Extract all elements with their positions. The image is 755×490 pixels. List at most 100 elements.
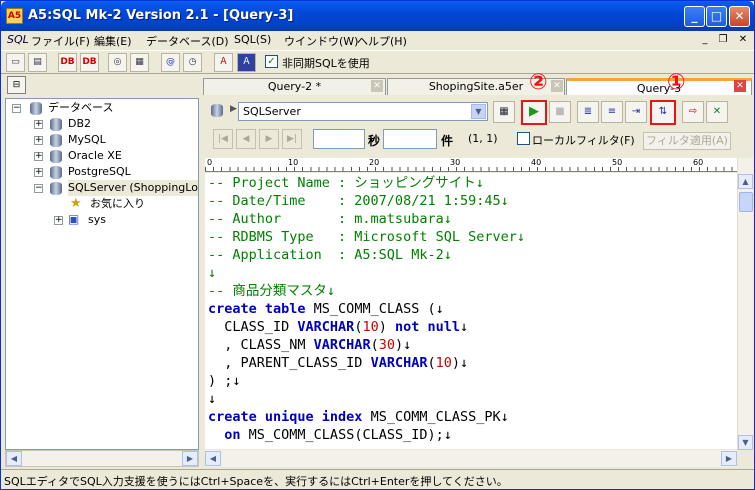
expander-root[interactable]: −: [12, 104, 21, 113]
minimize-button[interactable]: _: [684, 6, 705, 27]
mdi-close-button[interactable]: ✕: [736, 33, 750, 47]
local-filter-checkbox[interactable]: [517, 132, 530, 145]
tree-horizontal-scrollbar[interactable]: ◀ ▶: [5, 450, 199, 467]
scroll-thumb[interactable]: [739, 192, 753, 212]
code-line: -- Author : m.matsubara↓: [208, 211, 452, 227]
scroll-left-icon[interactable]: ◀: [6, 451, 22, 466]
tab-query-2[interactable]: Query-2 *: [203, 78, 386, 96]
db-connect-icon[interactable]: DB: [58, 53, 77, 72]
ruler: 0 10 20 30 40 50 60: [205, 158, 737, 172]
tree-item-postgresql[interactable]: PostgreSQL: [68, 164, 131, 180]
explain-icon[interactable]: ▦: [493, 101, 515, 123]
next-icon[interactable]: ▶: [259, 129, 279, 149]
first-icon[interactable]: |◀: [213, 129, 233, 149]
database-icon: [50, 134, 62, 147]
tree-item-mysql[interactable]: MySQL: [68, 132, 106, 148]
ruler-mark: 40: [531, 158, 542, 167]
menu-sql[interactable]: SQL(S): [234, 33, 271, 46]
async-sql-label: 非同期SQLを使用: [282, 57, 370, 70]
menu-edit[interactable]: 編集(E): [94, 33, 132, 49]
new-icon[interactable]: ▭: [6, 53, 25, 72]
sql-list-button[interactable]: ⇅: [650, 100, 676, 125]
scroll-up-icon[interactable]: ▲: [738, 174, 753, 189]
connection-value: SQLServer: [243, 105, 301, 118]
code-line: create unique index MS_COMM_CLASS_PK↓: [208, 409, 509, 425]
expander-oracle[interactable]: +: [34, 152, 43, 161]
tree-item-favorites[interactable]: お気に入り: [90, 196, 145, 212]
tab-close-icon[interactable]: ✕: [734, 80, 746, 92]
editor-vertical-scrollbar[interactable]: ▲ ▼: [737, 158, 753, 450]
comment-icon[interactable]: ≡: [601, 101, 623, 123]
code-line: -- Date/Time : 2007/08/21 1:59:45↓: [208, 193, 509, 209]
expander-db2[interactable]: +: [34, 120, 43, 129]
clock-icon[interactable]: ◷: [183, 53, 202, 72]
expander-sys[interactable]: +: [54, 216, 63, 225]
tree-item-db2[interactable]: DB2: [68, 116, 91, 132]
font-icon[interactable]: Ａ: [237, 53, 256, 72]
connection-select[interactable]: SQLServer ▼: [238, 102, 488, 121]
async-sql-checkbox[interactable]: ✓: [265, 55, 278, 68]
indent-icon[interactable]: ⇥: [625, 101, 647, 123]
connection-icon: [211, 103, 227, 119]
filter-apply-button[interactable]: フィルタ適用(A): [643, 132, 731, 150]
scroll-down-icon[interactable]: ▼: [738, 435, 753, 450]
a5-logo-icon[interactable]: Ａ: [214, 53, 233, 72]
close-button[interactable]: ✕: [729, 6, 750, 27]
title-bar[interactable]: A5 A5:SQL Mk-2 Version 2.1 - [Query-3] _…: [1, 1, 754, 31]
format-sql-icon[interactable]: ≣: [577, 101, 599, 123]
menu-database[interactable]: データベース(D): [146, 33, 229, 49]
database-icon: [50, 166, 62, 179]
export-icon[interactable]: ⇨: [682, 101, 704, 123]
tree-item-sqlserver[interactable]: SQLServer (ShoppingLo: [68, 180, 198, 196]
last-icon[interactable]: ▶|: [282, 129, 302, 149]
expander-sqlserver[interactable]: −: [34, 184, 43, 193]
open-icon[interactable]: ▤: [28, 53, 47, 72]
stop-icon[interactable]: ■: [549, 101, 571, 123]
ruler-mark: 30: [450, 158, 461, 167]
excel-icon[interactable]: ✕: [706, 101, 728, 123]
menu-help[interactable]: ヘルプ(H): [357, 33, 407, 49]
run-button[interactable]: ▶: [521, 100, 547, 125]
seconds-label: 秒: [368, 134, 381, 148]
scroll-left-icon[interactable]: ◀: [205, 451, 221, 466]
menu-window[interactable]: ウインドウ(W): [284, 33, 358, 49]
tree-toolbar: ⊟: [1, 74, 201, 96]
ruler-mark: 50: [612, 158, 623, 167]
status-text: SQLエディタでSQL入力支援を使うにはCtrl+Spaceを、実行するにはCt…: [4, 475, 508, 488]
prev-icon[interactable]: ◀: [236, 129, 256, 149]
code-line: ) ;↓: [208, 373, 241, 389]
count-input[interactable]: [383, 129, 437, 149]
database-icon[interactable]: ◎: [108, 53, 127, 72]
expander-mysql[interactable]: +: [34, 136, 43, 145]
tree-item-oracle-xe[interactable]: Oracle XE: [68, 148, 122, 164]
menu-sql-logo[interactable]: SQL: [7, 33, 29, 46]
chevron-down-icon[interactable]: ▼: [471, 104, 486, 119]
code-line: CLASS_ID VARCHAR(10) not null↓: [208, 319, 469, 335]
database-tree[interactable]: − データベース + DB2 + MySQL + Oracle XE + Pos…: [5, 98, 199, 450]
code-line: , PARENT_CLASS_ID VARCHAR(10)↓: [208, 355, 469, 371]
main-toolbar: ▭ ▤ DB DB ◎ ▦ @ ◷ Ａ Ａ ✓ 非同期SQLを使用: [1, 50, 754, 74]
scroll-right-icon[interactable]: ▶: [721, 451, 737, 466]
menu-file[interactable]: ファイル(F): [31, 33, 90, 49]
expander-postgresql[interactable]: +: [34, 168, 43, 177]
database-icon: [50, 182, 62, 195]
scroll-right-icon[interactable]: ▶: [182, 451, 198, 466]
seconds-input[interactable]: [313, 129, 365, 149]
tab-close-icon[interactable]: ✕: [551, 80, 563, 92]
tree-root[interactable]: データベース: [48, 100, 113, 116]
settings-icon[interactable]: ▦: [130, 53, 149, 72]
editor-horizontal-scrollbar[interactable]: ◀ ▶: [205, 450, 737, 467]
mail-at-icon[interactable]: @: [161, 53, 180, 72]
annotation-1: ①: [667, 70, 686, 95]
mdi-restore-button[interactable]: ❐: [716, 33, 730, 47]
maximize-button[interactable]: □: [706, 6, 727, 27]
app-window: A5 A5:SQL Mk-2 Version 2.1 - [Query-3] _…: [0, 0, 755, 490]
tab-close-icon[interactable]: ✕: [371, 80, 383, 92]
db-disconnect-icon[interactable]: DB: [80, 53, 99, 72]
mdi-minimize-button[interactable]: _: [698, 33, 712, 47]
tab-query-3[interactable]: Query-3: [566, 78, 752, 96]
sql-code-editor[interactable]: -- Project Name : ショッピングサイト↓ -- Date/Tim…: [205, 173, 737, 449]
database-root-icon: [30, 102, 42, 115]
tree-view-icon[interactable]: ⊟: [7, 76, 26, 94]
tree-item-sys[interactable]: sys: [88, 212, 106, 228]
